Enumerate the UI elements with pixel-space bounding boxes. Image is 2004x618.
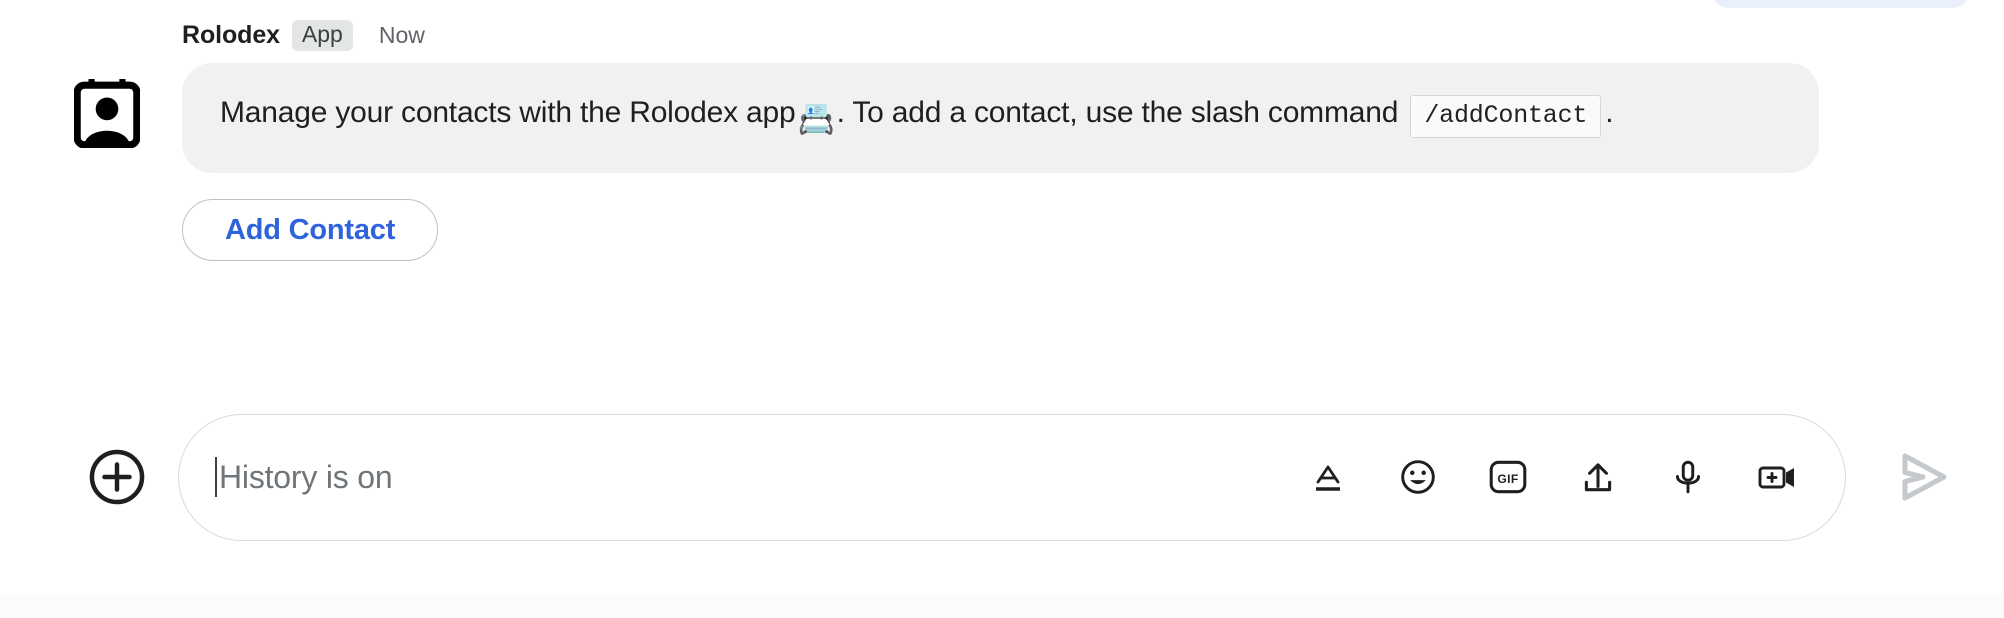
message-timestamp: Now: [378, 21, 425, 48]
message-text-part3: .: [1605, 96, 1614, 129]
previous-message-bubble-partial: [1712, 0, 1970, 8]
sender-name: Rolodex: [182, 20, 280, 49]
send-arrow-icon[interactable]: [1890, 444, 1956, 510]
message-header: Rolodex App Now: [182, 18, 2004, 52]
plus-circle-icon[interactable]: [88, 448, 146, 506]
panel-bottom-edge: [0, 594, 2004, 618]
upload-icon[interactable]: [1575, 454, 1621, 500]
message-composer: History is on GIF: [0, 412, 2004, 542]
gif-icon[interactable]: GIF: [1485, 454, 1531, 500]
card-index-emoji: 📇: [797, 103, 835, 136]
composer-toolbar: GIF: [1305, 454, 1801, 500]
message-text: Manage your contacts with the Rolodex ap…: [220, 95, 1614, 138]
chat-panel: Rolodex App Now Manage your contacts wit…: [0, 0, 2004, 618]
format-text-icon[interactable]: [1305, 454, 1351, 500]
svg-text:GIF: GIF: [1497, 472, 1518, 486]
message-bubble: Manage your contacts with the Rolodex ap…: [182, 63, 1819, 173]
message-text-part1: Manage your contacts with the Rolodex ap…: [220, 96, 796, 129]
avatar: [0, 18, 182, 148]
video-add-icon[interactable]: [1755, 454, 1801, 500]
app-message: Rolodex App Now Manage your contacts wit…: [0, 18, 2004, 261]
message-input-placeholder: History is on: [219, 458, 393, 495]
contact-card-icon: [74, 79, 140, 148]
add-contact-button[interactable]: Add Contact: [182, 199, 439, 261]
emoji-icon[interactable]: [1395, 454, 1441, 500]
text-cursor: [215, 457, 217, 497]
message-input-field[interactable]: History is on GIF: [178, 413, 1846, 541]
app-badge: App: [291, 19, 353, 51]
message-text-part2: . To add a contact, use the slash comman…: [836, 96, 1399, 129]
message-actions: Add Contact: [182, 199, 2004, 261]
message-content: Rolodex App Now Manage your contacts wit…: [182, 18, 2004, 261]
microphone-icon[interactable]: [1665, 454, 1711, 500]
slash-command-code: /addContact: [1410, 95, 1602, 138]
